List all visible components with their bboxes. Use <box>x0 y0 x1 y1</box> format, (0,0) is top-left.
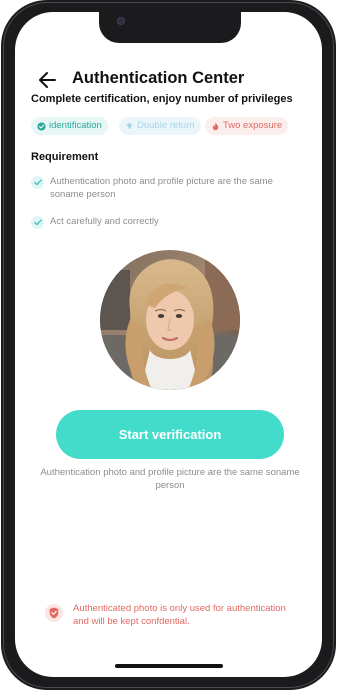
check-circle-icon <box>37 121 46 131</box>
verification-note: Authentication photo and profile picture… <box>40 467 300 491</box>
tag-double-return: Double return <box>119 117 201 135</box>
flame-icon <box>212 122 219 130</box>
arrow-left-icon <box>39 72 56 88</box>
back-button[interactable] <box>37 70 59 90</box>
app-screen: Authentication Center Complete certifica… <box>15 12 322 677</box>
home-indicator[interactable] <box>115 664 223 668</box>
privacy-text: Authenticated photo is only used for aut… <box>73 603 286 627</box>
check-icon <box>31 216 44 229</box>
tag-double-return-label: Double return <box>137 120 195 131</box>
requirement-item: Act carefully and correctly <box>31 215 301 229</box>
diamond-icon <box>126 122 133 130</box>
tag-identification-label: identification <box>49 120 102 131</box>
page-subtitle: Complete certification, enjoy number of … <box>31 93 293 105</box>
start-verification-button[interactable]: Start verification <box>56 410 284 459</box>
front-camera <box>117 17 125 25</box>
device-notch <box>99 12 241 43</box>
sample-portrait-photo <box>100 250 240 390</box>
tag-two-exposure: Two exposure <box>205 117 289 135</box>
phone-frame: Authentication Center Complete certifica… <box>1 0 336 690</box>
tag-two-exposure-label: Two exposure <box>223 120 283 131</box>
requirement-item: Authentication photo and profile picture… <box>31 175 301 203</box>
tag-identification: identification <box>31 117 108 135</box>
check-icon <box>31 176 44 189</box>
requirement-text: Authentication photo and profile picture… <box>50 176 273 200</box>
requirement-text: Act carefully and correctly <box>50 216 159 227</box>
shield-icon <box>45 604 63 622</box>
page-title: Authentication Center <box>72 69 245 87</box>
requirement-heading: Requirement <box>31 151 99 163</box>
